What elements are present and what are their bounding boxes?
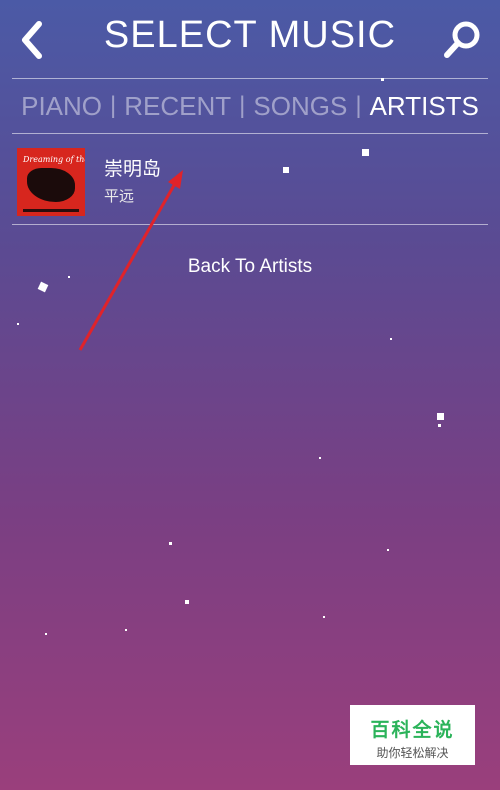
sparkle <box>37 281 49 293</box>
back-to-artists-link[interactable]: Back To Artists <box>0 256 500 278</box>
list-item[interactable]: Dreaming of the East 崇明岛 平远 <box>14 144 488 224</box>
watermark-subtitle: 助你轻松解决 <box>376 746 449 760</box>
tab-separator: | <box>355 92 362 119</box>
sparkle <box>169 542 172 545</box>
header-divider <box>12 78 488 79</box>
tab-artists[interactable]: ARTISTS <box>370 91 479 122</box>
tab-piano[interactable]: PIANO <box>21 91 102 122</box>
sparkle <box>185 600 189 604</box>
sparkle <box>45 633 47 635</box>
list-divider <box>12 224 488 225</box>
sparkle <box>438 424 441 427</box>
sparkle <box>68 276 70 278</box>
tab-separator: | <box>239 92 246 119</box>
sparkle <box>390 338 392 340</box>
sparkle <box>323 616 325 618</box>
watermark-title: 百科全说 <box>370 719 455 741</box>
tab-separator: | <box>110 92 117 119</box>
album-cover-art <box>27 168 75 202</box>
album-cover: Dreaming of the East <box>17 148 85 216</box>
watermark-logo: 百科全说 助你轻松解决 <box>350 705 475 765</box>
tab-songs[interactable]: SONGS <box>253 91 347 122</box>
tab-bar: PIANO | RECENT | SONGS | ARTISTS <box>0 82 500 130</box>
album-cover-title: Dreaming of the East <box>23 155 85 164</box>
tab-recent[interactable]: RECENT <box>124 91 231 122</box>
header: SELECT MUSIC <box>0 0 500 78</box>
album-cover-footer <box>23 209 79 212</box>
search-icon <box>444 21 480 58</box>
sparkle <box>437 413 444 420</box>
sparkle <box>319 457 321 459</box>
sparkle <box>17 323 19 325</box>
search-button[interactable] <box>440 18 484 62</box>
sparkle <box>362 149 369 156</box>
sparkle <box>387 549 389 551</box>
sparkle <box>381 78 384 81</box>
sparkle <box>125 629 127 631</box>
sparkle <box>283 167 289 173</box>
tabs-divider <box>12 133 488 134</box>
song-title: 崇明岛 <box>104 158 162 180</box>
page-title: SELECT MUSIC <box>103 14 397 56</box>
song-artist: 平远 <box>104 187 135 205</box>
